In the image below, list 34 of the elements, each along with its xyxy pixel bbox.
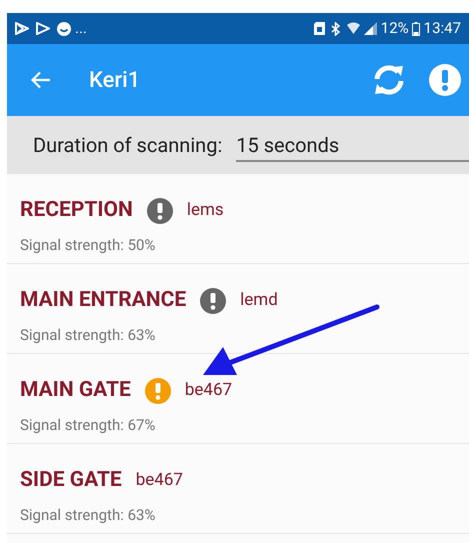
- more-notifications-text: ...: [75, 21, 87, 36]
- signal-strength-text: Signal strength: 63%: [20, 505, 156, 526]
- device-code: be467: [184, 379, 232, 402]
- device-name: MAIN GATE: [20, 377, 131, 404]
- signal-strength-text: Signal strength: 67%: [20, 415, 156, 436]
- bluetooth-icon: [330, 22, 340, 36]
- sim-card-icon: [314, 22, 325, 35]
- scanning-duration-dropdown[interactable]: 15 seconds: [236, 128, 469, 162]
- screen-title: Keri1: [89, 66, 140, 94]
- device-name: SIDE GATE: [20, 467, 122, 494]
- clock-time: 13:47: [424, 18, 461, 40]
- device-row[interactable]: SIDE GATE be467 Signal strength: 63%: [7, 444, 469, 534]
- device-row[interactable]: MAIN ENTRANCE lemd Signal strength: 63%: [7, 264, 469, 354]
- smiley-icon: [57, 22, 71, 36]
- play-store-icon: [36, 22, 50, 35]
- play-store-icon: [15, 22, 29, 35]
- device-code: lemd: [240, 289, 278, 312]
- signal-strength-text: Signal strength: 63%: [20, 325, 156, 346]
- device-code: be467: [136, 469, 183, 492]
- battery-percentage: 12%: [380, 18, 409, 40]
- alert-icon[interactable]: [429, 64, 461, 96]
- device-row[interactable]: RECEPTION lems Signal strength: 50%: [7, 174, 469, 264]
- back-arrow-icon[interactable]: [31, 71, 51, 89]
- device-name: RECEPTION: [20, 197, 133, 224]
- alert-icon[interactable]: [200, 288, 226, 314]
- wifi-icon: [346, 22, 360, 35]
- refresh-icon[interactable]: [372, 64, 406, 96]
- scanning-duration-label: Duration of scanning:: [33, 132, 222, 159]
- device-code: lems: [186, 199, 224, 222]
- battery-icon: [412, 22, 420, 36]
- signal-icon: [364, 22, 377, 35]
- device-name: MAIN ENTRANCE: [20, 287, 186, 314]
- signal-strength-text: Signal strength: 50%: [20, 235, 156, 256]
- alert-icon[interactable]: [146, 198, 173, 224]
